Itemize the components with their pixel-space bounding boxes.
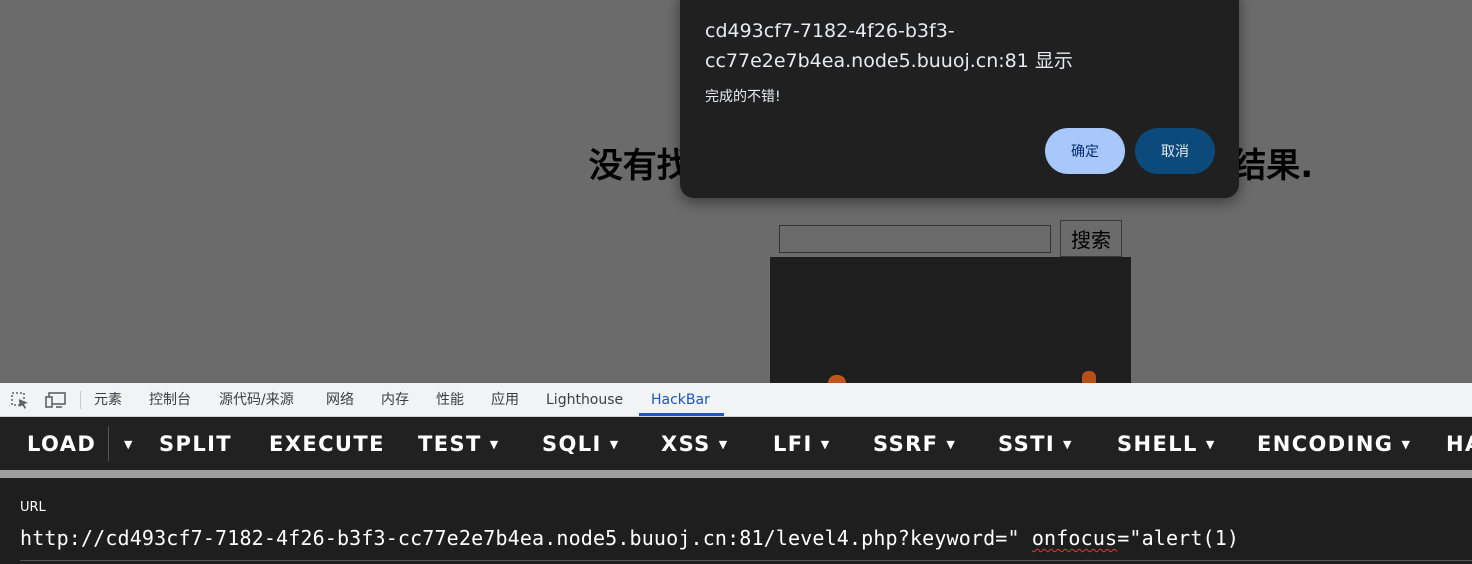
encoding-label: ENCODING [1257, 432, 1394, 456]
load-label: LOAD [27, 432, 97, 456]
url-prefix: http://cd493cf7-7182-4f26-b3f3-cc77e2e7b… [20, 526, 1032, 550]
ssti-label: SSTI [998, 432, 1056, 456]
devtools-tabbar: 元素 控制台 源代码/来源 网络 内存 性能 应用 Lighthouse Hac… [0, 383, 1472, 417]
image-detail [828, 375, 846, 383]
ok-button[interactable]: 确定 [1045, 128, 1125, 174]
split-button[interactable]: SPLIT [159, 417, 232, 472]
load-dropdown-button[interactable]: ▼ [116, 417, 134, 472]
xss-menu[interactable]: XSS ▼ [661, 417, 729, 472]
hackbar-toolbar: LOAD ▼ SPLIT EXECUTE TEST ▼ SQLI ▼ XSS ▼ LF… [0, 417, 1472, 472]
caret-down-icon: ▼ [1401, 438, 1412, 451]
test-menu[interactable]: TEST ▼ [418, 417, 500, 472]
ssrf-menu[interactable]: SSRF ▼ [873, 417, 956, 472]
tab-performance[interactable]: 性能 [436, 383, 464, 416]
toolbar-divider [80, 391, 81, 409]
hashing-menu[interactable]: HA [1446, 417, 1472, 472]
xss-label: XSS [661, 432, 711, 456]
execute-label: EXECUTE [269, 432, 385, 456]
caret-down-icon: ▼ [609, 438, 620, 451]
shell-label: SHELL [1117, 432, 1198, 456]
sqli-menu[interactable]: SQLI ▼ [542, 417, 620, 472]
caret-down-icon: ▼ [489, 438, 500, 451]
shell-menu[interactable]: SHELL ▼ [1117, 417, 1216, 472]
search-button[interactable]: 搜索 [1060, 220, 1122, 257]
url-panel: URL http://cd493cf7-7182-4f26-b3f3-cc77e… [0, 478, 1472, 564]
caret-down-icon: ▼ [820, 438, 831, 451]
url-suffix: ="alert(1) [1117, 526, 1240, 550]
caret-down-icon: ▼ [718, 438, 729, 451]
toolbar-scrollbar[interactable] [0, 470, 1472, 478]
search-input[interactable] [779, 225, 1051, 253]
tab-sources[interactable]: 源代码/来源 [219, 383, 294, 416]
caret-down-icon: ▼ [124, 438, 134, 451]
ssrf-label: SSRF [873, 432, 939, 456]
tab-elements[interactable]: 元素 [94, 383, 122, 416]
inspect-element-icon[interactable] [10, 391, 30, 409]
lfi-label: LFI [773, 432, 813, 456]
execute-button[interactable]: EXECUTE [269, 417, 385, 472]
url-field[interactable]: http://cd493cf7-7182-4f26-b3f3-cc77e2e7b… [20, 526, 1239, 550]
url-spellcheck-word: onfocus [1031, 526, 1118, 550]
split-divider [108, 426, 109, 461]
hashing-label: HA [1446, 432, 1472, 456]
tab-network[interactable]: 网络 [326, 383, 354, 416]
tab-application[interactable]: 应用 [491, 383, 519, 416]
device-toolbar-icon[interactable] [45, 391, 66, 409]
alert-dialog: cd493cf7-7182-4f26-b3f3-cc77e2e7b4ea.nod… [680, 0, 1239, 198]
lfi-menu[interactable]: LFI ▼ [773, 417, 831, 472]
tab-hackbar[interactable]: HackBar [651, 383, 710, 416]
load-button[interactable]: LOAD [27, 417, 96, 472]
url-label: URL [20, 500, 46, 515]
ssti-menu[interactable]: SSTI ▼ [998, 417, 1073, 472]
active-tab-indicator [639, 413, 724, 416]
caret-down-icon: ▼ [946, 438, 957, 451]
encoding-menu[interactable]: ENCODING ▼ [1257, 417, 1411, 472]
dialog-message: 完成的不错! [705, 89, 781, 105]
url-field-underline [20, 560, 1472, 561]
image-detail [1082, 371, 1096, 383]
caret-down-icon: ▼ [1205, 438, 1216, 451]
dialog-origin: cd493cf7-7182-4f26-b3f3-cc77e2e7b4ea.nod… [705, 20, 1073, 72]
tab-console[interactable]: 控制台 [149, 383, 191, 416]
split-label: SPLIT [159, 432, 233, 456]
test-label: TEST [418, 432, 482, 456]
page-image [770, 257, 1131, 383]
tab-memory[interactable]: 内存 [381, 383, 409, 416]
caret-down-icon: ▼ [1063, 438, 1073, 451]
sqli-label: SQLI [542, 432, 602, 456]
tab-lighthouse[interactable]: Lighthouse [546, 383, 623, 416]
cancel-button[interactable]: 取消 [1135, 128, 1215, 174]
